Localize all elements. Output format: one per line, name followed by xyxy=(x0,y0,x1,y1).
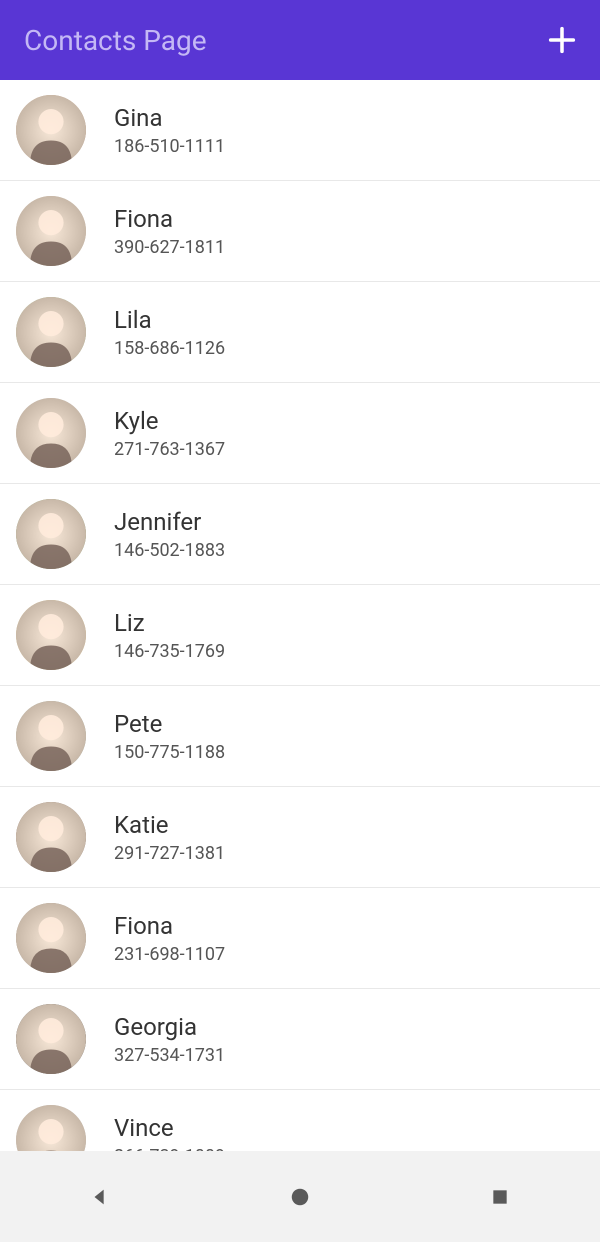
contact-info: Vince266-739-1009 xyxy=(114,1114,225,1152)
contact-name: Katie xyxy=(114,811,225,839)
avatar xyxy=(16,196,86,266)
contact-row[interactable]: Lila 158-686-1126 xyxy=(0,282,600,383)
nav-recent-button[interactable] xyxy=(470,1167,530,1227)
android-navbar xyxy=(0,1151,600,1242)
avatar xyxy=(16,1004,86,1074)
contact-phone: 146-735-1769 xyxy=(114,641,225,662)
avatar-person-icon xyxy=(16,600,86,670)
contact-name: Pete xyxy=(114,710,225,738)
contact-name: Liz xyxy=(114,609,225,637)
avatar-person-icon xyxy=(16,701,86,771)
contact-phone: 271-763-1367 xyxy=(114,439,225,460)
contact-name: Gina xyxy=(114,104,225,132)
avatar xyxy=(16,802,86,872)
contact-row[interactable]: Jennifer 146-502-1883 xyxy=(0,484,600,585)
contact-phone: 327-534-1731 xyxy=(114,1045,225,1066)
contact-name: Georgia xyxy=(114,1013,225,1041)
contact-info: Kyle 271-763-1367 xyxy=(114,407,225,460)
avatar-person-icon xyxy=(16,398,86,468)
contact-row[interactable]: Katie 291-727-1381 xyxy=(0,787,600,888)
avatar xyxy=(16,95,86,165)
contact-row[interactable]: Vince266-739-1009 xyxy=(0,1090,600,1151)
contact-row[interactable]: Kyle 271-763-1367 xyxy=(0,383,600,484)
contact-phone: 158-686-1126 xyxy=(114,338,225,359)
plus-icon xyxy=(545,23,579,57)
nav-home-button[interactable] xyxy=(270,1167,330,1227)
contact-name: Jennifer xyxy=(114,508,225,536)
contact-info: Lila 158-686-1126 xyxy=(114,306,225,359)
square-recent-icon xyxy=(490,1187,510,1207)
contact-info: Katie 291-727-1381 xyxy=(114,811,225,864)
avatar-person-icon xyxy=(16,1105,86,1151)
contact-row[interactable]: Gina 186-510-1111 xyxy=(0,80,600,181)
contact-info: Liz 146-735-1769 xyxy=(114,609,225,662)
avatar xyxy=(16,398,86,468)
avatar xyxy=(16,701,86,771)
contact-row[interactable]: Liz 146-735-1769 xyxy=(0,585,600,686)
app-header: Contacts Page xyxy=(0,0,600,80)
avatar-person-icon xyxy=(16,903,86,973)
contact-phone: 390-627-1811 xyxy=(114,237,225,258)
contacts-list[interactable]: Gina 186-510-1111 Fiona 390-627-1811 Lila 1… xyxy=(0,80,600,1151)
avatar xyxy=(16,600,86,670)
avatar xyxy=(16,297,86,367)
contact-info: Georgia 327-534-1731 xyxy=(114,1013,225,1066)
contact-info: Jennifer 146-502-1883 xyxy=(114,508,225,561)
contact-name: Kyle xyxy=(114,407,225,435)
contact-row[interactable]: Pete 150-775-1188 xyxy=(0,686,600,787)
avatar-person-icon xyxy=(16,802,86,872)
contact-phone: 150-775-1188 xyxy=(114,742,225,763)
contact-row[interactable]: Georgia 327-534-1731 xyxy=(0,989,600,1090)
avatar-person-icon xyxy=(16,95,86,165)
contact-phone: 231-698-1107 xyxy=(114,944,225,965)
contact-info: Fiona 231-698-1107 xyxy=(114,912,225,965)
circle-home-icon xyxy=(289,1186,311,1208)
contact-name: Vince xyxy=(114,1114,225,1142)
add-contact-button[interactable] xyxy=(544,22,580,58)
avatar xyxy=(16,1105,86,1151)
contact-row[interactable]: Fiona 390-627-1811 xyxy=(0,181,600,282)
triangle-back-icon xyxy=(89,1186,111,1208)
avatar-person-icon xyxy=(16,1004,86,1074)
contact-phone: 291-727-1381 xyxy=(114,843,225,864)
contact-info: Pete 150-775-1188 xyxy=(114,710,225,763)
contact-info: Fiona 390-627-1811 xyxy=(114,205,225,258)
avatar xyxy=(16,499,86,569)
avatar xyxy=(16,903,86,973)
contact-name: Fiona xyxy=(114,912,225,940)
avatar-person-icon xyxy=(16,196,86,266)
contact-info: Gina 186-510-1111 xyxy=(114,104,225,157)
page-title: Contacts Page xyxy=(24,24,207,57)
nav-back-button[interactable] xyxy=(70,1167,130,1227)
contact-phone: 186-510-1111 xyxy=(114,136,225,157)
contact-name: Fiona xyxy=(114,205,225,233)
contact-name: Lila xyxy=(114,306,225,334)
contact-row[interactable]: Fiona 231-698-1107 xyxy=(0,888,600,989)
avatar-person-icon xyxy=(16,499,86,569)
avatar-person-icon xyxy=(16,297,86,367)
contact-phone: 146-502-1883 xyxy=(114,540,225,561)
